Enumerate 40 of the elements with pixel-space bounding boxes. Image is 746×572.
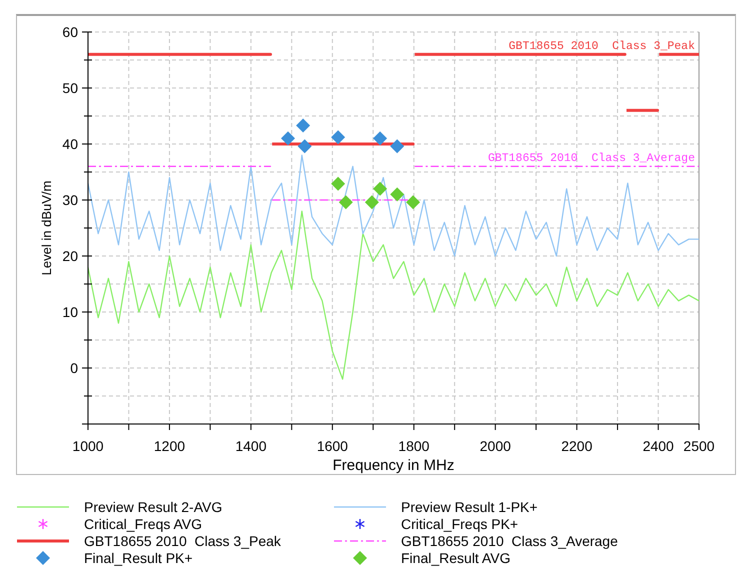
legend-label: Critical_Freqs PK+ [401,516,518,532]
x-tick-label: 1800 [398,438,430,454]
x-tick-label: 2400 [642,438,674,454]
diamond-marker [281,131,295,146]
y-tick-label: 60 [62,24,78,40]
x-tick-label: 1600 [316,438,348,454]
x-tick-label: 1000 [72,438,104,454]
x-tick-label: 2500 [683,438,715,454]
legend-label: Final_Result PK+ [84,550,193,566]
legend-label: Final_Result AVG [401,550,510,566]
diamond-marker [373,131,388,146]
legend-label: Preview Result 1-PK+ [401,499,538,515]
x-tick-label: 1400 [235,438,266,454]
diamond-marker [390,139,404,154]
y-tick-label: 10 [62,304,78,320]
y-tick-label: 50 [62,80,78,96]
y-tick-label: 20 [62,248,78,264]
diamond-marker [390,187,404,202]
diamond-marker [373,182,388,196]
diamond-marker [364,195,379,210]
diamond-marker [406,195,420,210]
limit-label: GBT18655 2010 Class 3_Peak [508,40,695,54]
legend-label: Preview Result 2-AVG [84,499,222,515]
diamond-marker [298,139,312,154]
x-axis-title: Frequency in MHz [332,457,454,474]
x-tick-label: 2000 [480,438,511,454]
diamond-marker [296,118,310,133]
x-tick-label: 1200 [154,438,186,454]
legend-label: Critical_Freqs AVG [84,516,202,532]
legend-label: GBT18655 2010 Class 3_Peak [84,533,281,549]
y-tick-label: 0 [70,360,78,376]
x-tick-label: 2200 [561,438,592,454]
diamond-marker [331,176,346,191]
y-axis-title: Level in dBuV/m [39,180,54,276]
legend-label: GBT18655 2010 Class 3_Average [401,533,618,549]
limit-label: GBT18655 2010 Class 3_Average [488,152,695,166]
diamond-marker [338,195,353,210]
diamond-marker [331,130,346,144]
y-tick-label: 40 [62,136,78,152]
y-tick-label: 30 [62,192,78,208]
